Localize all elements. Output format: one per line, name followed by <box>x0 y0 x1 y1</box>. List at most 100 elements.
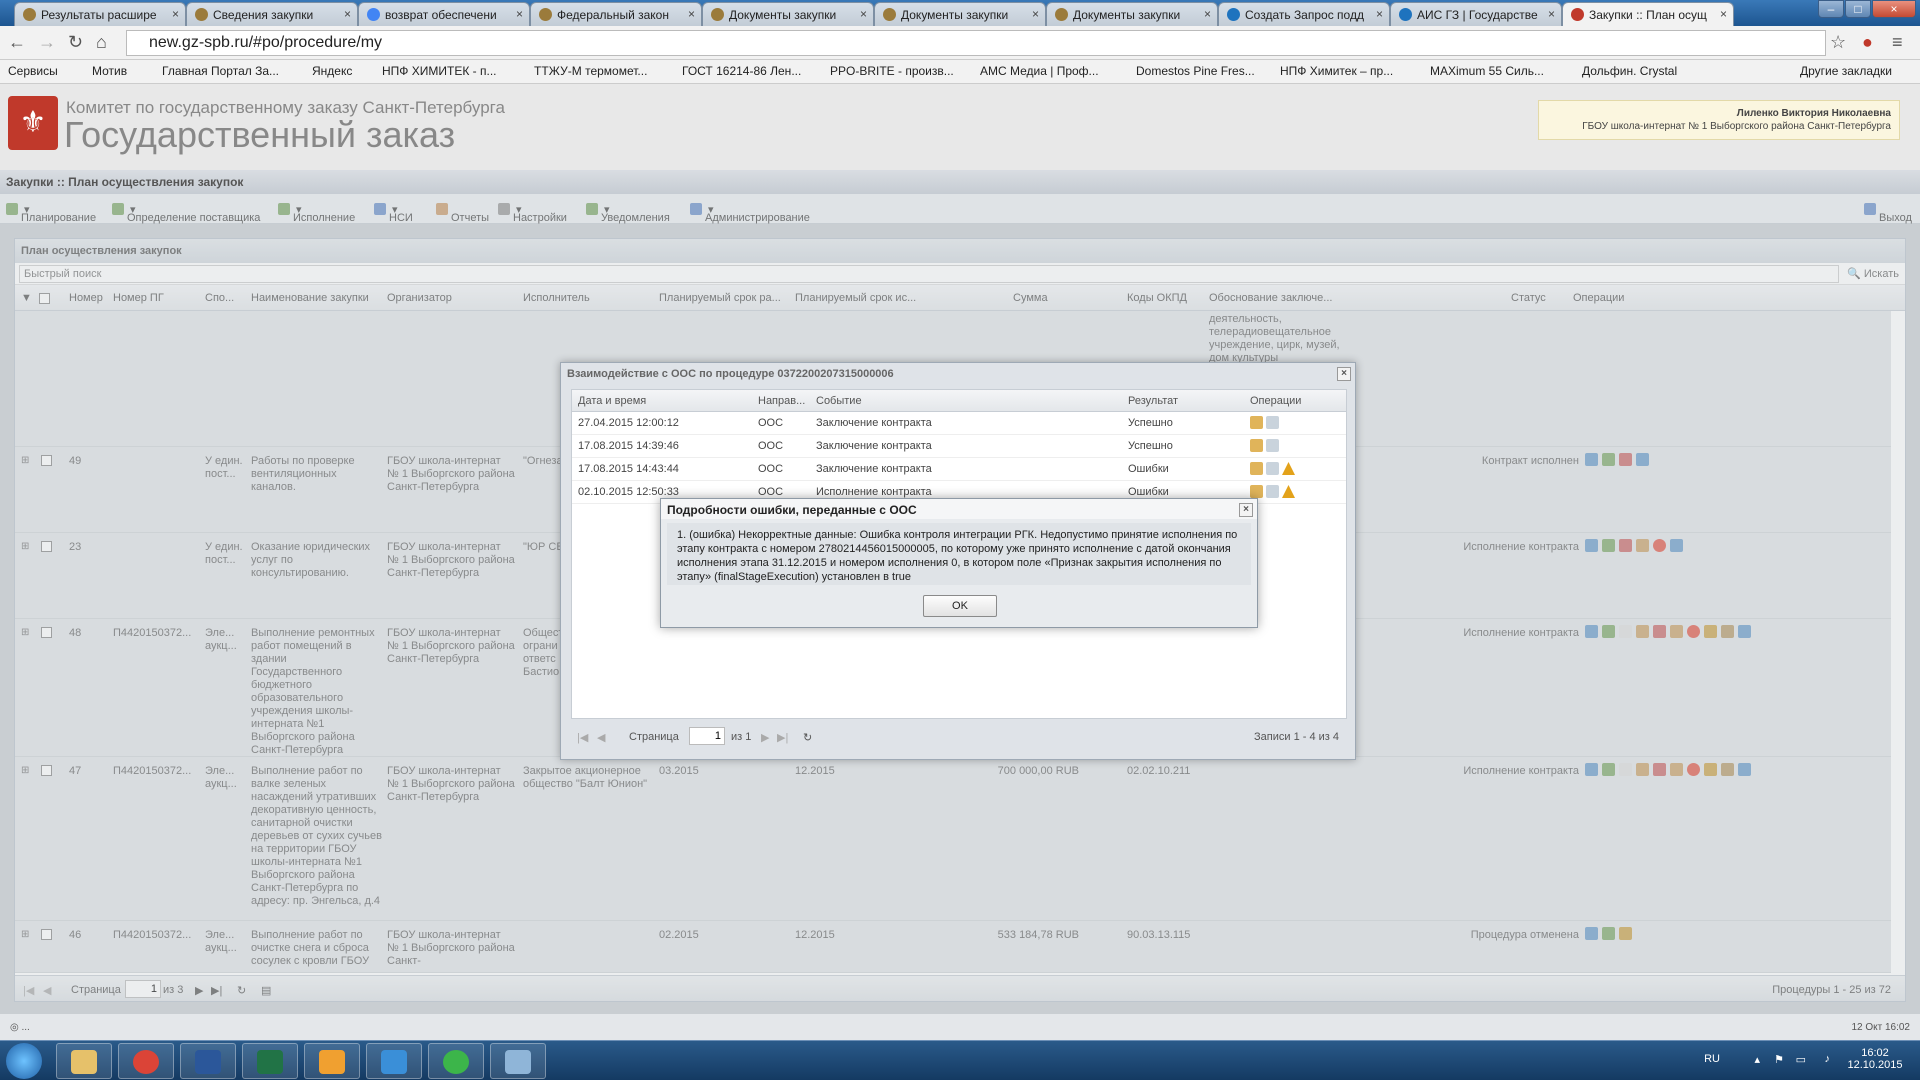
tab-close-icon[interactable]: × <box>1720 7 1727 21</box>
tab-close-icon[interactable]: × <box>344 7 351 21</box>
browser-tab[interactable]: Федеральный закон × <box>530 2 702 26</box>
dialog-pager: |◀ ◀ Страница из 1 ▶ ▶| ↻ Записи 1 - 4 и… <box>571 719 1347 751</box>
taskbar-explorer[interactable] <box>56 1043 112 1079</box>
dialog-page-input[interactable] <box>689 727 725 745</box>
show-hidden-icon[interactable]: ▴ <box>1754 1053 1760 1066</box>
tab-close-icon[interactable]: × <box>1548 7 1555 21</box>
bookmark-item[interactable]: Сервисы <box>8 64 58 78</box>
bookmarks-bar: Сервисы Мотив Главная Портал За... Яндек… <box>0 60 1920 84</box>
bookmark-item[interactable]: НПФ Химитек – пр... <box>1280 64 1393 78</box>
next-page-icon[interactable]: ▶ <box>761 731 769 744</box>
bookmark-item[interactable]: Мотив <box>92 64 127 78</box>
word-icon <box>195 1050 221 1074</box>
grid-row[interactable]: 27.04.2015 12:00:12 ООС Заключение контрак… <box>572 412 1346 435</box>
document-icon[interactable] <box>1266 462 1279 475</box>
close-icon[interactable]: × <box>1337 367 1351 381</box>
bookmark-item[interactable]: ТТЖУ-М термомет... <box>534 64 647 78</box>
bookmark-item[interactable]: НПФ ХИМИТЕК - п... <box>382 64 497 78</box>
tab-close-icon[interactable]: × <box>860 7 867 21</box>
chrome-icon <box>133 1050 159 1074</box>
taskbar-chrome[interactable] <box>118 1043 174 1079</box>
spb-emblem-icon: ⚜ <box>8 96 58 150</box>
at-icon <box>443 1050 469 1074</box>
bookmark-item[interactable]: MAXimum 55 Силь... <box>1430 64 1544 78</box>
package-icon[interactable] <box>1250 462 1263 475</box>
folder-icon <box>71 1050 97 1074</box>
bookmark-item[interactable]: ГОСТ 16214-86 Лен... <box>682 64 801 78</box>
grid-row[interactable]: 17.08.2015 14:43:44 ООС Заключение контрак… <box>572 458 1346 481</box>
taskbar-lync[interactable] <box>366 1043 422 1079</box>
bookmark-item[interactable]: Главная Портал За... <box>162 64 279 78</box>
package-icon[interactable] <box>1250 416 1263 429</box>
bookmark-item[interactable]: Дольфин. Crystal <box>1582 64 1677 78</box>
browser-tab[interactable]: возврат обеспечени × <box>358 2 530 26</box>
tab-close-icon[interactable]: × <box>1376 7 1383 21</box>
maximize-icon[interactable]: □ <box>1845 0 1871 18</box>
bookmark-item[interactable]: PPO-BRITE - произв... <box>830 64 954 78</box>
document-icon[interactable] <box>1266 485 1279 498</box>
ok-button[interactable]: OK <box>923 595 997 617</box>
minimize-icon[interactable]: – <box>1818 0 1844 18</box>
app-title: Государственный заказ <box>64 114 456 155</box>
taskbar: RU ▴ ⚑ ▭ ♪ 16:02 12.10.2015 <box>0 1040 1920 1080</box>
tab-close-icon[interactable]: × <box>172 7 179 21</box>
last-page-icon[interactable]: ▶| <box>777 731 788 744</box>
error-details-dialog: Подробности ошибки, переданные с ООС × 1.… <box>660 498 1258 628</box>
bookmark-item[interactable]: Domestos Pine Fres... <box>1136 64 1255 78</box>
prev-page-icon[interactable]: ◀ <box>597 731 605 744</box>
network-icon[interactable]: ▭ <box>1796 1053 1806 1066</box>
grid-row[interactable]: 17.08.2015 14:39:46 ООС Заключение контрак… <box>572 435 1346 458</box>
taskbar-word[interactable] <box>180 1043 236 1079</box>
browser-tab[interactable]: Документы закупки × <box>1046 2 1218 26</box>
bookmark-item[interactable]: AMC Медиа | Проф... <box>980 64 1099 78</box>
back-arrow-icon[interactable]: ← <box>8 32 26 53</box>
other-bookmarks[interactable]: Другие закладки <box>1800 64 1892 78</box>
star-icon[interactable]: ☆ <box>1830 32 1846 53</box>
error-dialog-title: Подробности ошибки, переданные с ООС × <box>661 499 1257 519</box>
grid-header: Дата и время Направ... Событие Результат… <box>572 390 1346 412</box>
tab-close-icon[interactable]: × <box>688 7 695 21</box>
document-icon[interactable] <box>1266 416 1279 429</box>
tab-close-icon[interactable]: × <box>516 7 523 21</box>
close-icon[interactable]: × <box>1239 503 1253 517</box>
forward-arrow-icon[interactable]: → <box>38 32 56 53</box>
volume-icon[interactable]: ♪ <box>1825 1053 1831 1065</box>
refresh-icon[interactable]: ↻ <box>803 731 812 744</box>
taskbar-mail-agent[interactable] <box>428 1043 484 1079</box>
browser-tab[interactable]: Создать Запрос подд × <box>1218 2 1390 26</box>
url-input[interactable]: new.gz-spb.ru/#po/procedure/my <box>126 30 1826 56</box>
tab-favicon-icon <box>1571 8 1584 21</box>
close-window-icon[interactable]: × <box>1872 0 1916 18</box>
document-icon[interactable] <box>1266 439 1279 452</box>
browser-tab-active[interactable]: Закупки :: План осущ × <box>1562 2 1734 26</box>
error-message: 1. (ошибка) Некорректные данные: Ошибка … <box>667 523 1251 585</box>
home-icon[interactable]: ⌂ <box>96 32 107 53</box>
status-bar: ◎ ... 12 Окт 16:02 <box>0 1014 1920 1040</box>
tab-favicon-icon <box>1399 8 1412 21</box>
tab-favicon-icon <box>1055 8 1068 21</box>
warning-icon[interactable] <box>1282 485 1295 498</box>
start-button[interactable] <box>6 1043 42 1079</box>
first-page-icon[interactable]: |◀ <box>577 731 588 744</box>
flag-icon[interactable]: ⚑ <box>1774 1053 1784 1066</box>
browser-tab[interactable]: Сведения закупки × <box>186 2 358 26</box>
menu-icon[interactable]: ≡ <box>1892 32 1903 53</box>
reload-icon[interactable]: ↻ <box>68 32 83 53</box>
clock[interactable]: 16:02 12.10.2015 <box>1840 1047 1910 1071</box>
tab-close-icon[interactable]: × <box>1032 7 1039 21</box>
tab-close-icon[interactable]: × <box>1204 7 1211 21</box>
package-icon[interactable] <box>1250 439 1263 452</box>
browser-tab[interactable]: Документы закупки × <box>702 2 874 26</box>
opera-icon[interactable]: ● <box>1862 32 1873 53</box>
browser-tab[interactable]: АИС ГЗ | Государстве × <box>1390 2 1562 26</box>
taskbar-window[interactable] <box>490 1043 546 1079</box>
dialog-title: Взаимодействие с ООС по процедуре 037220… <box>561 363 1355 385</box>
language-indicator[interactable]: RU <box>1704 1053 1720 1065</box>
taskbar-outlook[interactable] <box>304 1043 360 1079</box>
warning-icon[interactable] <box>1282 462 1295 475</box>
browser-tab[interactable]: Результаты расшире × <box>14 2 186 26</box>
bookmark-item[interactable]: Яндекс <box>312 64 352 78</box>
package-icon[interactable] <box>1250 485 1263 498</box>
taskbar-excel[interactable] <box>242 1043 298 1079</box>
browser-tab[interactable]: Документы закупки × <box>874 2 1046 26</box>
